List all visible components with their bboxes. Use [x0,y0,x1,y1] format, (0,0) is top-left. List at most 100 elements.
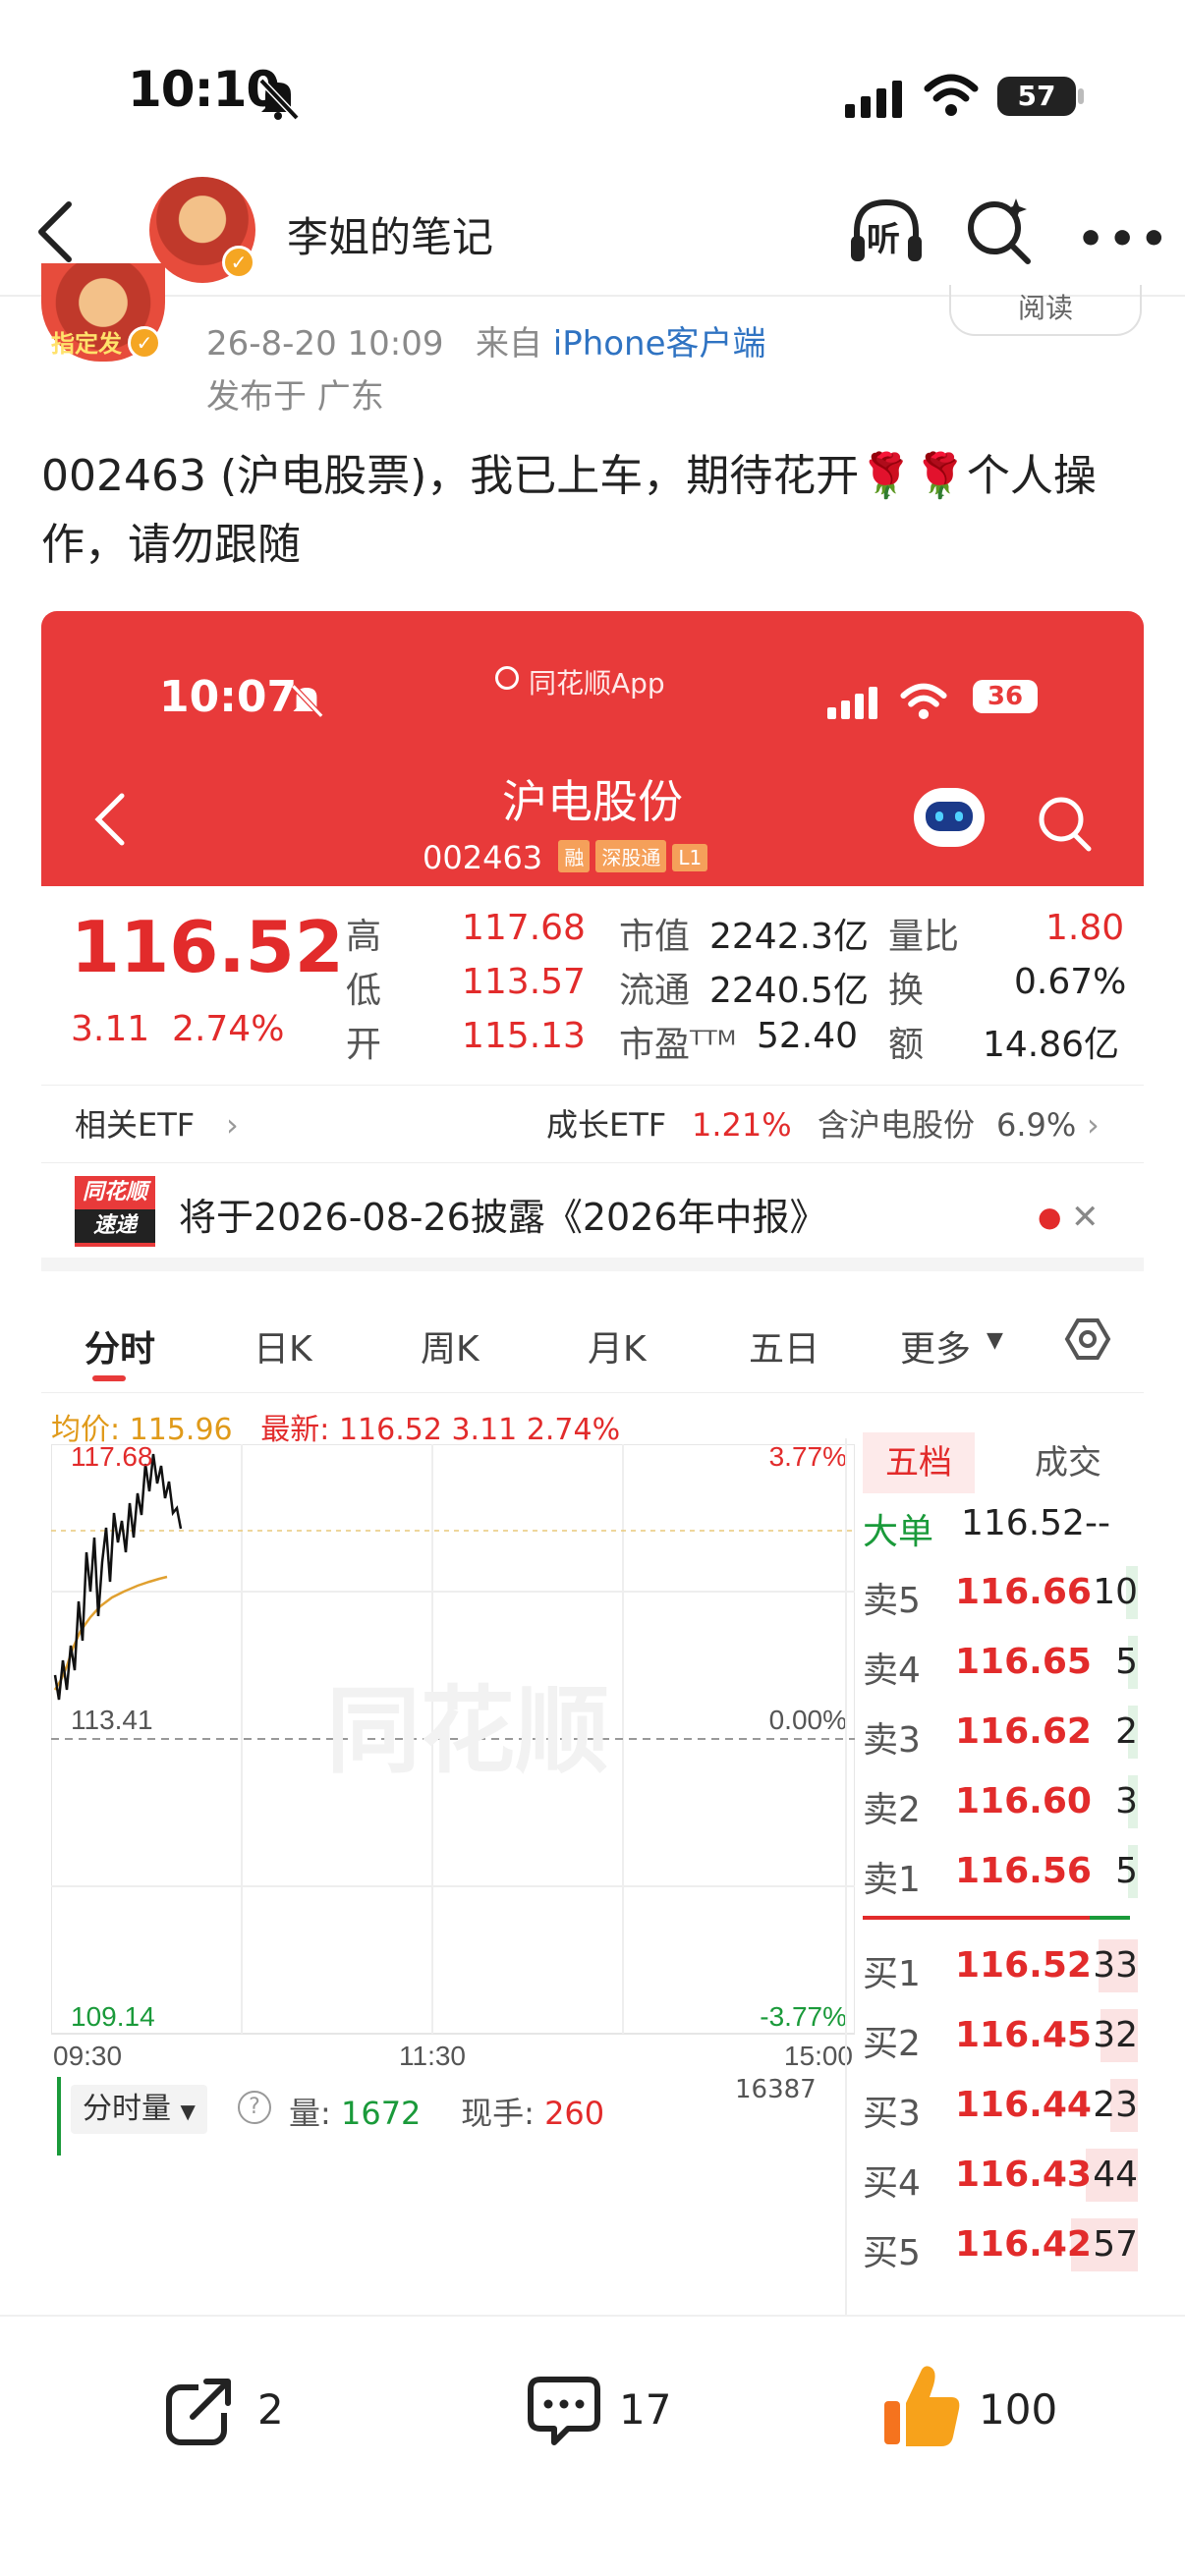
source-device-link[interactable]: iPhone客户端 [553,324,766,364]
pct-bottom-label: -3.77% [760,2001,847,2032]
volume-max: 16387 [735,2075,817,2104]
verified-badge-icon: ✓ [222,246,255,279]
stock-screenshot-image[interactable]: 10:07 同花顺App 36 沪电股份 002463 融深股通 L1 116.5… [41,611,1144,2316]
x-mid-label: 11:30 [399,2041,466,2071]
low-value: 113.57 [462,962,586,1002]
float-value: 2240.5亿 [709,971,869,1011]
pe-value: 52.40 [757,1016,859,1056]
ask-price: 116.65 [955,1642,1092,1682]
battery-cap [1078,88,1084,104]
stock-code-row: 002463 融深股通 L1 [423,839,708,876]
avatar-caption: 指定发 [51,330,122,358]
search-icon[interactable] [963,195,1034,265]
inner-signal-icon [827,687,877,719]
comment-button[interactable]: 17 [525,2368,672,2456]
y-bottom-label: 109.14 [71,2001,155,2032]
ask-volume: 5 [1115,1851,1138,1891]
stock-code: 002463 [423,839,543,876]
etf-row: 相关ETF › 成长ETF 1.21% 含沪电股份 6.9% › [41,1085,1144,1163]
settings-icon [1064,1318,1111,1360]
bid-row: 买2 116.45 32 [863,2003,1138,2068]
volratio-label: 量比 [888,917,960,957]
tab-more: 更多 [900,1329,972,1370]
bid-label: 买2 [863,2024,921,2064]
ask-volume: 5 [1115,1642,1138,1682]
price-change: 3.11 2.74% [71,1009,284,1049]
listen-button[interactable]: 听 [847,193,926,271]
silent-bell-icon [258,78,300,121]
y-mid-label: 113.41 [71,1705,153,1735]
growth-etf-pct: 1.21% [692,1106,792,1144]
bid-label: 买1 [863,1954,921,1994]
post-timestamp: 26-8-20 10:09 [206,324,444,364]
bid-volume: 33 [1093,1945,1138,1986]
post-text: 002463 (沪电股票)，我已上车，期待花开🌹🌹个人操作，请勿跟随 [41,451,1097,570]
latest-change: 3.11 [451,1413,518,1447]
bottom-action-bar: 2 17 100 [0,2315,1185,2576]
mktcap-value: 2242.3亿 [709,917,869,957]
turnover-label: 换 [888,971,925,1011]
inner-status-time: 10:07 [159,672,298,722]
turnover-value: 0.67% [1014,962,1127,1002]
ask-row: 卖3 116.62 2 [863,1700,1138,1764]
bid-row: 买4 116.43 44 [863,2143,1138,2208]
share-count: 2 [257,2385,284,2434]
notice-row: 将于2026-08-26披露《2026年中报》 ● ✕ [41,1163,1144,1271]
low-label: 低 [346,971,382,1011]
orderbook-tab-depth: 五档 [863,1432,975,1493]
ask-row: 卖2 116.60 3 [863,1769,1138,1834]
change-value: 3.11 [71,1009,150,1049]
big-order-price: 116.52 [961,1503,1085,1543]
vol-value: 1672 [340,2095,422,2132]
comment-count: 17 [619,2385,672,2434]
tab-daily: 日K [254,1329,312,1370]
intraday-chart-svg: 同花顺 117.68 113.41 109.14 3.77% 0.00% -3.… [50,1441,856,2071]
hand-value: 260 [544,2095,605,2132]
ask-label: 卖5 [863,1581,921,1621]
robot-assistant-icon [914,788,985,847]
ask-label: 卖1 [863,1860,921,1900]
volume-stats: 量: 1672 现手: 260 [289,2089,604,2134]
notice-text: 将于2026-08-26披露《2026年中报》 [179,1196,827,1239]
amount-value: 14.86亿 [983,1025,1120,1065]
post-meta: 26-8-20 10:09 来自 iPhone客户端 [206,316,766,364]
tab-monthly: 月K [588,1329,647,1370]
avg-value: 115.96 [129,1413,233,1447]
ask-volume: 3 [1115,1781,1138,1821]
related-etf-label: 相关ETF [75,1106,196,1144]
holding-pct: 6.9% [996,1106,1077,1144]
bid-row: 买1 116.52 33 [863,1933,1138,1998]
back-arrow-icon[interactable] [35,200,75,263]
volume-bar [57,2077,61,2156]
like-count: 100 [979,2385,1058,2434]
amount-label: 额 [888,1025,925,1065]
bid-price: 116.43 [955,2155,1092,2195]
ask-row: 卖4 116.65 5 [863,1630,1138,1695]
chart-tabs: 分时 日K 周K 月K 五日 更多 ▼ [41,1285,1144,1393]
ask-volume: 10 [1093,1572,1138,1612]
close-icon: ✕ [1071,1198,1100,1237]
post-location: 发布于 广东 [206,377,384,417]
bid-label: 买3 [863,2094,921,2134]
read-count-button[interactable]: 阅读 [949,285,1142,336]
tag-margin: 融 [558,840,591,872]
news-logo-top: 同花顺 [82,1180,147,1204]
price-line [53,1453,183,1701]
tab-weekly: 周K [421,1329,480,1370]
share-button[interactable]: 2 [163,2368,310,2456]
news-logo-bottom: 速递 [75,1209,155,1243]
chart-watermark: 同花顺 [326,1679,609,1784]
bid-row: 买5 116.42 57 [863,2212,1138,2277]
account-name[interactable]: 李姐的笔记 [287,204,493,264]
more-icon[interactable]: ••• [1077,214,1171,264]
inner-search-icon [1039,797,1092,852]
growth-etf-label: 成长ETF [546,1106,667,1144]
mktcap-label: 市值 [619,917,691,957]
battery-indicator: 57 [997,77,1076,116]
inner-wifi-icon [900,683,947,719]
like-button[interactable]: 100 [880,2362,1077,2456]
ask-price: 116.56 [955,1851,1092,1891]
active-tab-indicator [92,1375,126,1381]
bid-price: 116.44 [955,2085,1092,2125]
thumbs-up-icon [884,2366,960,2446]
